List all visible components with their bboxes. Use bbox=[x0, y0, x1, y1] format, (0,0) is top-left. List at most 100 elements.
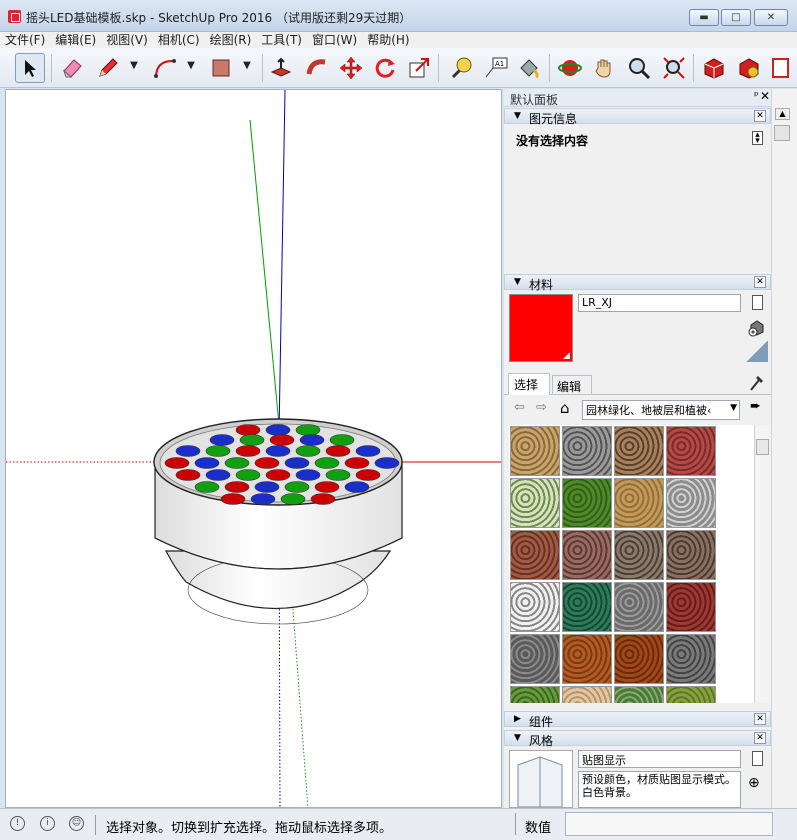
push-pull-tool-icon[interactable] bbox=[266, 53, 296, 83]
style-thumbnail[interactable] bbox=[509, 750, 573, 808]
material-thumbnail[interactable] bbox=[510, 530, 560, 580]
warehouse-icon[interactable] bbox=[699, 53, 729, 83]
home-icon[interactable]: ⌂ bbox=[560, 399, 570, 417]
close-button[interactable]: ✕ bbox=[754, 9, 788, 26]
materials-close-icon[interactable]: ✕ bbox=[754, 276, 766, 288]
styles-header[interactable]: ▼ 风格 ✕ bbox=[504, 730, 771, 748]
move-tool-icon[interactable] bbox=[336, 53, 366, 83]
material-details-icon[interactable] bbox=[752, 295, 763, 310]
text-tool-icon[interactable]: A1 bbox=[481, 53, 511, 83]
style-name-field[interactable]: 贴图显示 bbox=[578, 750, 741, 768]
material-thumbnail[interactable] bbox=[510, 426, 560, 476]
style-details-icon[interactable] bbox=[752, 751, 763, 766]
geo-location-icon[interactable]: ! bbox=[10, 816, 25, 831]
menu-camera[interactable]: 相机(C) bbox=[153, 32, 205, 48]
tab-select[interactable]: 选择 bbox=[508, 373, 550, 395]
update-style-icon[interactable]: ⊕ bbox=[748, 775, 760, 791]
pin-icon[interactable]: ᵖ bbox=[754, 89, 759, 102]
extension-warehouse-icon[interactable] bbox=[734, 53, 764, 83]
arc-dropdown-icon[interactable]: ▼ bbox=[185, 60, 197, 74]
model-canvas[interactable] bbox=[6, 90, 502, 808]
eraser-tool-icon[interactable] bbox=[57, 53, 87, 83]
zoom-extents-tool-icon[interactable] bbox=[659, 53, 689, 83]
material-name-field[interactable]: LR_XJ bbox=[578, 294, 741, 312]
pan-tool-icon[interactable] bbox=[589, 53, 619, 83]
material-thumbnail[interactable] bbox=[510, 634, 560, 684]
material-thumbnail[interactable] bbox=[614, 478, 664, 528]
rectangle-tool-icon[interactable] bbox=[206, 53, 236, 83]
rotate-tool-icon[interactable] bbox=[370, 53, 400, 83]
led-lens bbox=[224, 481, 250, 493]
entity-info-header[interactable]: ▼ 图元信息 ✕ bbox=[504, 108, 771, 126]
tray-scrollbar[interactable]: ▲ bbox=[771, 89, 797, 808]
tape-measure-tool-icon[interactable] bbox=[446, 53, 476, 83]
pencil-dropdown-icon[interactable]: ▼ bbox=[128, 60, 140, 74]
material-thumbnail[interactable] bbox=[666, 530, 716, 580]
credits-icon[interactable]: i bbox=[40, 816, 55, 831]
material-thumbnail[interactable] bbox=[562, 530, 612, 580]
title-bar: 摇头LED基础模板.skp - SketchUp Pro 2016 （试用版还剩… bbox=[0, 0, 797, 32]
sample-paint-icon[interactable] bbox=[746, 341, 768, 362]
styles-close-icon[interactable]: ✕ bbox=[754, 732, 766, 744]
material-thumbnail[interactable] bbox=[614, 530, 664, 580]
menu-window[interactable]: 窗口(W) bbox=[307, 32, 362, 48]
scroll-up-icon[interactable]: ▲ bbox=[775, 108, 790, 120]
material-thumbnail[interactable] bbox=[510, 478, 560, 528]
material-thumbnail[interactable] bbox=[666, 686, 716, 703]
select-tool-icon[interactable] bbox=[15, 53, 45, 83]
tray-close-icon[interactable]: ✕ bbox=[760, 89, 770, 103]
material-thumbnail[interactable] bbox=[510, 582, 560, 632]
material-thumbnail[interactable] bbox=[510, 686, 560, 703]
follow-me-tool-icon[interactable] bbox=[302, 53, 332, 83]
forward-arrow-icon[interactable]: ⇨ bbox=[536, 400, 547, 415]
material-thumbnail[interactable] bbox=[666, 582, 716, 632]
orbit-tool-icon[interactable] bbox=[555, 53, 585, 83]
material-thumbnail[interactable] bbox=[562, 582, 612, 632]
entity-info-close-icon[interactable]: ✕ bbox=[754, 110, 766, 122]
material-thumbnail[interactable] bbox=[614, 634, 664, 684]
material-thumbnail[interactable] bbox=[666, 426, 716, 476]
tab-edit[interactable]: 编辑 bbox=[552, 375, 592, 395]
material-thumbnail[interactable] bbox=[666, 478, 716, 528]
minimize-button[interactable]: ▬ bbox=[689, 9, 719, 26]
menu-edit[interactable]: 编辑(E) bbox=[50, 32, 101, 48]
back-arrow-icon[interactable]: ⇦ bbox=[514, 400, 525, 415]
material-thumbnail[interactable] bbox=[614, 686, 664, 703]
material-thumbnail[interactable] bbox=[562, 426, 612, 476]
material-preview-swatch[interactable] bbox=[509, 294, 573, 362]
material-thumbnail[interactable] bbox=[562, 634, 612, 684]
materials-scrollbar[interactable] bbox=[754, 425, 770, 703]
material-thumbnail[interactable] bbox=[666, 634, 716, 684]
material-thumbnail[interactable] bbox=[614, 426, 664, 476]
materials-header[interactable]: ▼ 材料 ✕ bbox=[504, 274, 771, 292]
user-account-icon[interactable]: ☺ bbox=[69, 816, 84, 831]
style-description[interactable]: 预设颜色，材质贴图显示模式。白色背景。 bbox=[578, 771, 741, 808]
details-arrow-icon[interactable]: ➨ bbox=[750, 399, 761, 414]
measurements-input[interactable] bbox=[565, 812, 773, 836]
menu-tools[interactable]: 工具(T) bbox=[256, 32, 307, 48]
layout-icon[interactable] bbox=[765, 53, 795, 83]
components-close-icon[interactable]: ✕ bbox=[754, 713, 766, 725]
menu-draw[interactable]: 绘图(R) bbox=[205, 32, 257, 48]
zoom-tool-icon[interactable] bbox=[624, 53, 654, 83]
scroll-thumb[interactable] bbox=[774, 125, 790, 141]
menu-file[interactable]: 文件(F) bbox=[0, 32, 50, 48]
material-library-select[interactable]: 园林绿化、地被层和植被‹ ▼ bbox=[582, 400, 740, 420]
shape-dropdown-icon[interactable]: ▼ bbox=[241, 60, 253, 74]
entity-details-toggle-icon[interactable]: ▴ ▾ bbox=[752, 131, 763, 146]
create-material-icon[interactable] bbox=[748, 319, 766, 337]
material-thumbnail[interactable] bbox=[562, 686, 612, 703]
eyedropper-icon[interactable] bbox=[748, 372, 766, 392]
menu-help[interactable]: 帮助(H) bbox=[362, 32, 414, 48]
maximize-button[interactable]: □ bbox=[721, 9, 751, 26]
model-viewport[interactable] bbox=[5, 89, 502, 808]
material-thumbnail[interactable] bbox=[562, 478, 612, 528]
paint-bucket-tool-icon[interactable] bbox=[514, 53, 544, 83]
components-header[interactable]: ▶ 组件 ✕ bbox=[504, 711, 771, 729]
menu-view[interactable]: 视图(V) bbox=[101, 32, 153, 48]
led-lens bbox=[295, 424, 321, 436]
arc-tool-icon[interactable] bbox=[150, 53, 180, 83]
material-thumbnail[interactable] bbox=[614, 582, 664, 632]
pencil-tool-icon[interactable] bbox=[93, 53, 123, 83]
scale-tool-icon[interactable] bbox=[404, 53, 434, 83]
